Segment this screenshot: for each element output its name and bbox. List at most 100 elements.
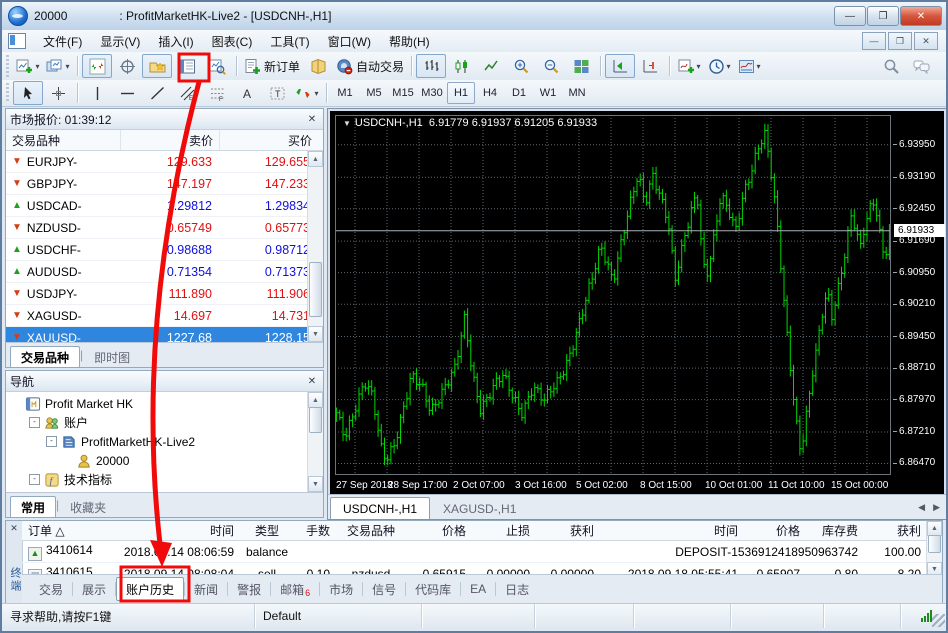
navigator-tab-收藏夹[interactable]: 收藏夹: [59, 496, 117, 517]
market-watch-row-USDCHF[interactable]: ▲USDCHF-0.986880.98712: [6, 239, 323, 261]
scroll-thumb[interactable]: [928, 535, 941, 553]
terminal-button[interactable]: [172, 54, 202, 78]
tree-collapse-icon[interactable]: -: [46, 436, 57, 447]
terminal-tab-EA[interactable]: EA: [461, 578, 495, 600]
chevron-down-icon[interactable]: ▾: [757, 62, 761, 71]
terminal-tab-展示[interactable]: 展示: [73, 578, 115, 600]
timeframe-M30[interactable]: M30: [418, 82, 446, 104]
history-column-8[interactable]: 时间: [600, 522, 744, 539]
arrows-button[interactable]: ▾: [292, 81, 322, 105]
terminal-tab-警报[interactable]: 警报: [228, 578, 270, 600]
minimize-button[interactable]: —: [834, 6, 866, 26]
chart-window-icon[interactable]: [8, 33, 26, 49]
tab-scroll-right-icon[interactable]: ▶: [933, 502, 940, 513]
timeframe-M1[interactable]: M1: [331, 82, 359, 104]
timeframe-MN[interactable]: MN: [563, 82, 591, 104]
terminal-tab-交易[interactable]: 交易: [30, 578, 72, 600]
terminal-tab-账户历史[interactable]: 账户历史: [116, 577, 184, 601]
cursor-button[interactable]: [13, 81, 43, 105]
history-column-9[interactable]: 价格: [744, 522, 806, 539]
autotrade-button[interactable]: 自动交易: [333, 54, 407, 78]
metaeditor-button[interactable]: [303, 54, 333, 78]
indicators-button[interactable]: ▾: [674, 54, 704, 78]
chevron-down-icon[interactable]: ▾: [727, 62, 731, 71]
tree-collapse-icon[interactable]: -: [29, 474, 40, 485]
menu-图表[interactable]: 图表(C): [203, 31, 262, 52]
chat-button[interactable]: [906, 54, 936, 78]
column-bid[interactable]: 卖价: [120, 130, 219, 150]
navigator-item-ProfitMarketHK-Live2[interactable]: -ProfitMarketHK-Live2: [6, 432, 323, 451]
terminal-tab-邮箱[interactable]: 邮箱6: [271, 578, 319, 600]
timeframe-W1[interactable]: W1: [534, 82, 562, 104]
history-column-2[interactable]: 类型: [240, 522, 294, 539]
terminal-tab-代码库[interactable]: 代码库: [406, 578, 460, 600]
status-profile[interactable]: Default: [255, 604, 422, 628]
fibonacci-button[interactable]: F: [202, 81, 232, 105]
toolbar-grip[interactable]: [4, 55, 11, 77]
price-axis[interactable]: 6.939506.931906.924506.916906.909506.902…: [893, 115, 945, 475]
new-chart-button[interactable]: ▾: [13, 54, 43, 78]
history-column-3[interactable]: 手数: [294, 522, 336, 539]
chart-tab-USDCNH-H1[interactable]: USDCNH-,H1: [330, 497, 430, 519]
chevron-down-icon[interactable]: ▾: [697, 62, 701, 71]
market-watch-row-USDJPY[interactable]: ▼USDJPY-111.890111.906: [6, 283, 323, 305]
navigator-button[interactable]: [142, 54, 172, 78]
terminal-tab-日志[interactable]: 日志: [496, 578, 538, 600]
resize-grip[interactable]: [932, 614, 945, 627]
timeframe-M15[interactable]: M15: [389, 82, 417, 104]
terminal-tab-市场[interactable]: 市场: [320, 578, 362, 600]
market-watch-row-XAUUSD[interactable]: ▼XAUUSD-1227.681228.15: [6, 327, 323, 342]
chart-shift-button[interactable]: [635, 54, 665, 78]
bar-chart-button[interactable]: [416, 54, 446, 78]
data-window-button[interactable]: [112, 54, 142, 78]
close-icon[interactable]: ✕: [8, 523, 20, 535]
market-watch-tab-即时图[interactable]: 即时图: [83, 346, 141, 367]
market-watch-row-EURJPY[interactable]: ▼EURJPY-129.633129.655: [6, 151, 323, 173]
text-label-button[interactable]: T: [262, 81, 292, 105]
profiles-button[interactable]: ▾: [43, 54, 73, 78]
timeframe-H1[interactable]: H1: [447, 82, 475, 104]
close-icon[interactable]: ✕: [305, 376, 319, 387]
line-chart-button[interactable]: [476, 54, 506, 78]
toolbar-grip[interactable]: [4, 83, 11, 104]
market-watch-row-AUDUSD[interactable]: ▲AUDUSD-0.713540.71373: [6, 261, 323, 283]
mdi-close-button[interactable]: ✕: [914, 32, 938, 50]
strategy-tester-button[interactable]: [202, 54, 232, 78]
chart-area[interactable]: ▼USDCNH-,H1 6.91779 6.91937 6.91205 6.91…: [330, 111, 944, 497]
terminal-tab-信号[interactable]: 信号: [363, 578, 405, 600]
history-column-10[interactable]: 库存费: [806, 522, 864, 539]
mdi-minimize-button[interactable]: —: [862, 32, 886, 50]
navigator-scrollbar[interactable]: ▲▼: [307, 392, 323, 492]
menu-文件[interactable]: 文件(F): [34, 31, 91, 52]
chevron-down-icon[interactable]: ▾: [314, 89, 318, 98]
templates-button[interactable]: ▾: [734, 54, 764, 78]
menu-插入[interactable]: 插入(I): [149, 31, 202, 52]
time-axis[interactable]: 27 Sep 201828 Sep 17:002 Oct 07:003 Oct …: [335, 477, 942, 495]
close-icon[interactable]: ✕: [305, 114, 319, 125]
new-order-button[interactable]: 新订单: [241, 54, 303, 78]
market-watch-row-GBPJPY[interactable]: ▼GBPJPY-147.197147.233: [6, 173, 323, 195]
column-symbol[interactable]: 交易品种: [6, 132, 120, 149]
market-watch-row-USDCAD[interactable]: ▲USDCAD-1.298121.29834: [6, 195, 323, 217]
chart-dropdown-icon[interactable]: ▼: [343, 119, 351, 128]
column-ask[interactable]: 买价: [219, 130, 318, 150]
close-button[interactable]: ✕: [900, 6, 942, 26]
history-column-7[interactable]: 获利: [536, 522, 600, 539]
history-column-4[interactable]: 交易品种: [336, 522, 406, 539]
horizontal-line-button[interactable]: [112, 81, 142, 105]
chevron-down-icon[interactable]: ▾: [65, 62, 69, 71]
history-column-11[interactable]: 获利: [864, 522, 927, 539]
mdi-restore-button[interactable]: ❐: [888, 32, 912, 50]
chevron-down-icon[interactable]: ▾: [35, 62, 39, 71]
scroll-thumb[interactable]: [309, 262, 322, 317]
menu-帮助[interactable]: 帮助(H): [380, 31, 439, 52]
market-watch-tab-交易品种[interactable]: 交易品种: [10, 346, 80, 367]
zoom-in-button[interactable]: [506, 54, 536, 78]
terminal-tab-新闻[interactable]: 新闻: [185, 578, 227, 600]
terminal-scrollbar[interactable]: ▲ ▼: [926, 521, 942, 577]
history-column-5[interactable]: 价格: [406, 522, 472, 539]
market-watch-row-NZDUSD[interactable]: ▼NZDUSD-0.657490.65773: [6, 217, 323, 239]
text-button[interactable]: A: [232, 81, 262, 105]
history-column-1[interactable]: 时间: [104, 522, 240, 539]
crosshair-button[interactable]: [43, 81, 73, 105]
